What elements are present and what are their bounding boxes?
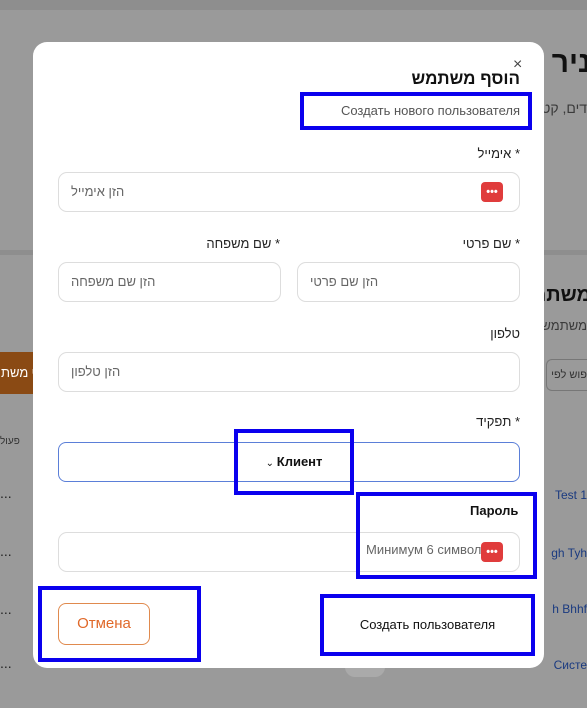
last-name-field[interactable]: הזן שם משפחה: [58, 262, 281, 302]
cancel-button[interactable]: Отмена: [58, 603, 150, 645]
background-row-actions: ...: [0, 543, 12, 559]
background-row-actions: ...: [0, 601, 12, 617]
password-manager-icon[interactable]: •••: [481, 542, 503, 562]
dialog-title: הוסף משתמש: [411, 69, 520, 88]
create-user-button[interactable]: Создать пользователя: [320, 594, 535, 656]
role-value: Клиент: [276, 454, 323, 469]
background-row-actions: ...: [0, 655, 12, 671]
role-label: תפקיד *: [476, 414, 520, 429]
password-manager-icon[interactable]: •••: [481, 182, 503, 202]
email-label: אימייל *: [477, 146, 520, 161]
background-row-link: Test 1: [554, 488, 587, 502]
phone-label: טלפון: [490, 326, 520, 341]
background-search-input: פוש לפי: [546, 359, 587, 391]
phone-field[interactable]: הזן טלפון: [58, 352, 520, 392]
background-column-header: פעול: [0, 436, 20, 447]
first-name-placeholder: הזן שם פרטי: [310, 274, 379, 289]
background-section-subtitle: משתמשי: [538, 318, 587, 333]
background-subtitle: דים, קט: [541, 100, 587, 116]
email-placeholder: הזן אימייל: [71, 184, 125, 199]
dialog-subtitle: Создать нового пользователя: [300, 92, 532, 130]
first-name-field[interactable]: הזן שם פרטי: [297, 262, 520, 302]
background-row-actions: ...: [0, 485, 12, 501]
last-name-label: שם משפחה *: [206, 236, 280, 251]
background-heading: ניר: [551, 46, 587, 79]
last-name-placeholder: הזן שם משפחה: [71, 274, 156, 289]
email-field[interactable]: הזן אימייל: [58, 172, 520, 212]
background-row-link: h Bhhf: [552, 602, 587, 616]
password-highlight: [356, 492, 537, 579]
first-name-label: שם פרטי *: [462, 236, 520, 251]
chevron-down-icon: ⌄: [265, 458, 277, 469]
background-row-link: Систе: [553, 658, 587, 672]
role-select-value[interactable]: ⌄ Клиент: [234, 429, 354, 495]
phone-placeholder: הזן טלפון: [71, 364, 121, 379]
background-row-link: gh Tyh: [551, 546, 587, 560]
